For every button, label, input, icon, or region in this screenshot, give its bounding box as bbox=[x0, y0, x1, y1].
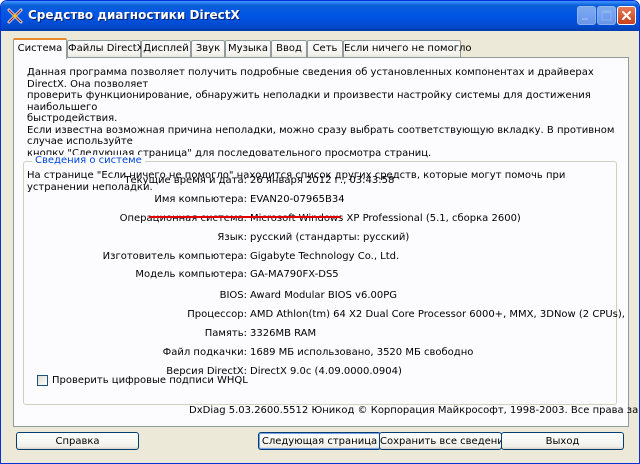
info-row-memory: Память: 3326MB RAM bbox=[24, 326, 616, 342]
info-row-language: Язык: русский (стандарты: русский) bbox=[24, 230, 616, 246]
tab-input[interactable]: Ввод bbox=[271, 40, 307, 57]
description-line: Если известна возможная причина неполадк… bbox=[27, 124, 615, 148]
info-row-bios: BIOS: Award Modular BIOS v6.00PG bbox=[24, 288, 616, 304]
info-value: 3326MB RAM bbox=[250, 328, 317, 339]
description-line: Данная программа позволяет получить подр… bbox=[27, 67, 594, 90]
info-value: AMD Athlon(tm) 64 X2 Dual Core Processor… bbox=[250, 309, 625, 320]
info-label: Операционная система: bbox=[119, 213, 247, 224]
maximize-icon bbox=[601, 10, 612, 21]
system-info-group: Сведения о системе Текущие время и дата:… bbox=[23, 155, 625, 405]
info-row-os: Операционная система: Microsoft Windows … bbox=[24, 211, 616, 227]
info-label: Процессор: bbox=[187, 309, 247, 320]
description-line: проверить функционирование, обнаружить н… bbox=[27, 90, 591, 113]
info-label: Память: bbox=[204, 328, 247, 339]
info-label: Файл подкачки: bbox=[162, 347, 247, 358]
info-value: EVAN20-07965B34 bbox=[250, 194, 345, 205]
info-row-computer-name: Имя компьютера: EVAN20-07965B34 bbox=[24, 192, 616, 208]
tab-display[interactable]: Дисплей bbox=[141, 40, 191, 57]
title-bar[interactable]: Средство диагностики DirectX bbox=[1, 1, 639, 31]
minimize-button[interactable] bbox=[577, 6, 596, 25]
info-label: Язык: bbox=[217, 232, 247, 243]
whql-checkbox-label[interactable]: Проверить цифровые подписи WHQL bbox=[52, 374, 248, 388]
info-value: Award Modular BIOS v6.00PG bbox=[250, 290, 398, 301]
tab-more-help[interactable]: Если ничего не помогло bbox=[343, 40, 472, 57]
info-value: русский (стандарты: русский) bbox=[250, 232, 410, 243]
description-line: быстродействия. bbox=[27, 113, 118, 124]
close-button[interactable] bbox=[617, 6, 636, 25]
next-page-button[interactable]: Следующая страница bbox=[258, 432, 381, 450]
minimize-icon bbox=[582, 18, 588, 20]
info-row-pagefile: Файл подкачки: 1689 МБ использовано, 352… bbox=[24, 345, 616, 361]
info-row-manufacturer: Изготовитель компьютера: Gigabyte Techno… bbox=[24, 249, 616, 265]
info-value: Microsoft Windows XP Professional (5.1, … bbox=[250, 213, 521, 224]
help-button[interactable]: Справка bbox=[16, 432, 139, 450]
tab-sound[interactable]: Звук bbox=[191, 40, 225, 57]
group-title: Сведения о системе bbox=[32, 155, 145, 166]
info-label: BIOS: bbox=[219, 290, 247, 301]
exit-button[interactable]: Выход bbox=[501, 432, 624, 450]
whql-checkbox[interactable] bbox=[37, 375, 48, 386]
system-tab-panel: Данная программа позволяет получить подр… bbox=[13, 57, 629, 427]
info-value: DirectX 9.0c (4.09.0000.0904) bbox=[250, 366, 402, 377]
info-label: Имя компьютера: bbox=[154, 194, 247, 205]
info-value: 1689 МБ использовано, 3520 МБ свободно bbox=[250, 347, 474, 358]
info-value: Gigabyte Technology Co., Ltd. bbox=[250, 251, 400, 262]
info-value: 26 января 2012 г., 03:43:58 bbox=[250, 175, 395, 186]
info-label: Текущие время и дата: bbox=[124, 175, 247, 186]
close-icon bbox=[622, 11, 631, 20]
tab-network[interactable]: Сеть bbox=[307, 40, 343, 57]
info-row-datetime: Текущие время и дата: 26 января 2012 г.,… bbox=[24, 173, 616, 189]
red-annotation-underline bbox=[149, 216, 341, 218]
directx-icon bbox=[7, 8, 23, 24]
info-label: Изготовитель компьютера: bbox=[102, 251, 247, 262]
tab-directx-files[interactable]: Файлы DirectX bbox=[67, 40, 144, 57]
dxdiag-window: Средство диагностики DirectX Система Фай… bbox=[0, 0, 640, 464]
maximize-button[interactable] bbox=[597, 6, 616, 25]
info-row-processor: Процессор: AMD Athlon(tm) 64 X2 Dual Cor… bbox=[24, 307, 625, 323]
info-label: Модель компьютера: bbox=[135, 269, 247, 280]
tab-music[interactable]: Музыка bbox=[225, 40, 271, 57]
info-row-model: Модель компьютера: GA-MA790FX-DS5 bbox=[24, 267, 616, 283]
info-value: GA-MA790FX-DS5 bbox=[250, 269, 339, 280]
tab-system[interactable]: Система bbox=[13, 38, 67, 59]
copyright-footer: DxDiag 5.03.2600.5512 Юникод © Корпораци… bbox=[189, 405, 640, 416]
window-title: Средство диагностики DirectX bbox=[28, 8, 240, 22]
save-all-button[interactable]: Сохранить все сведения... bbox=[379, 432, 519, 450]
